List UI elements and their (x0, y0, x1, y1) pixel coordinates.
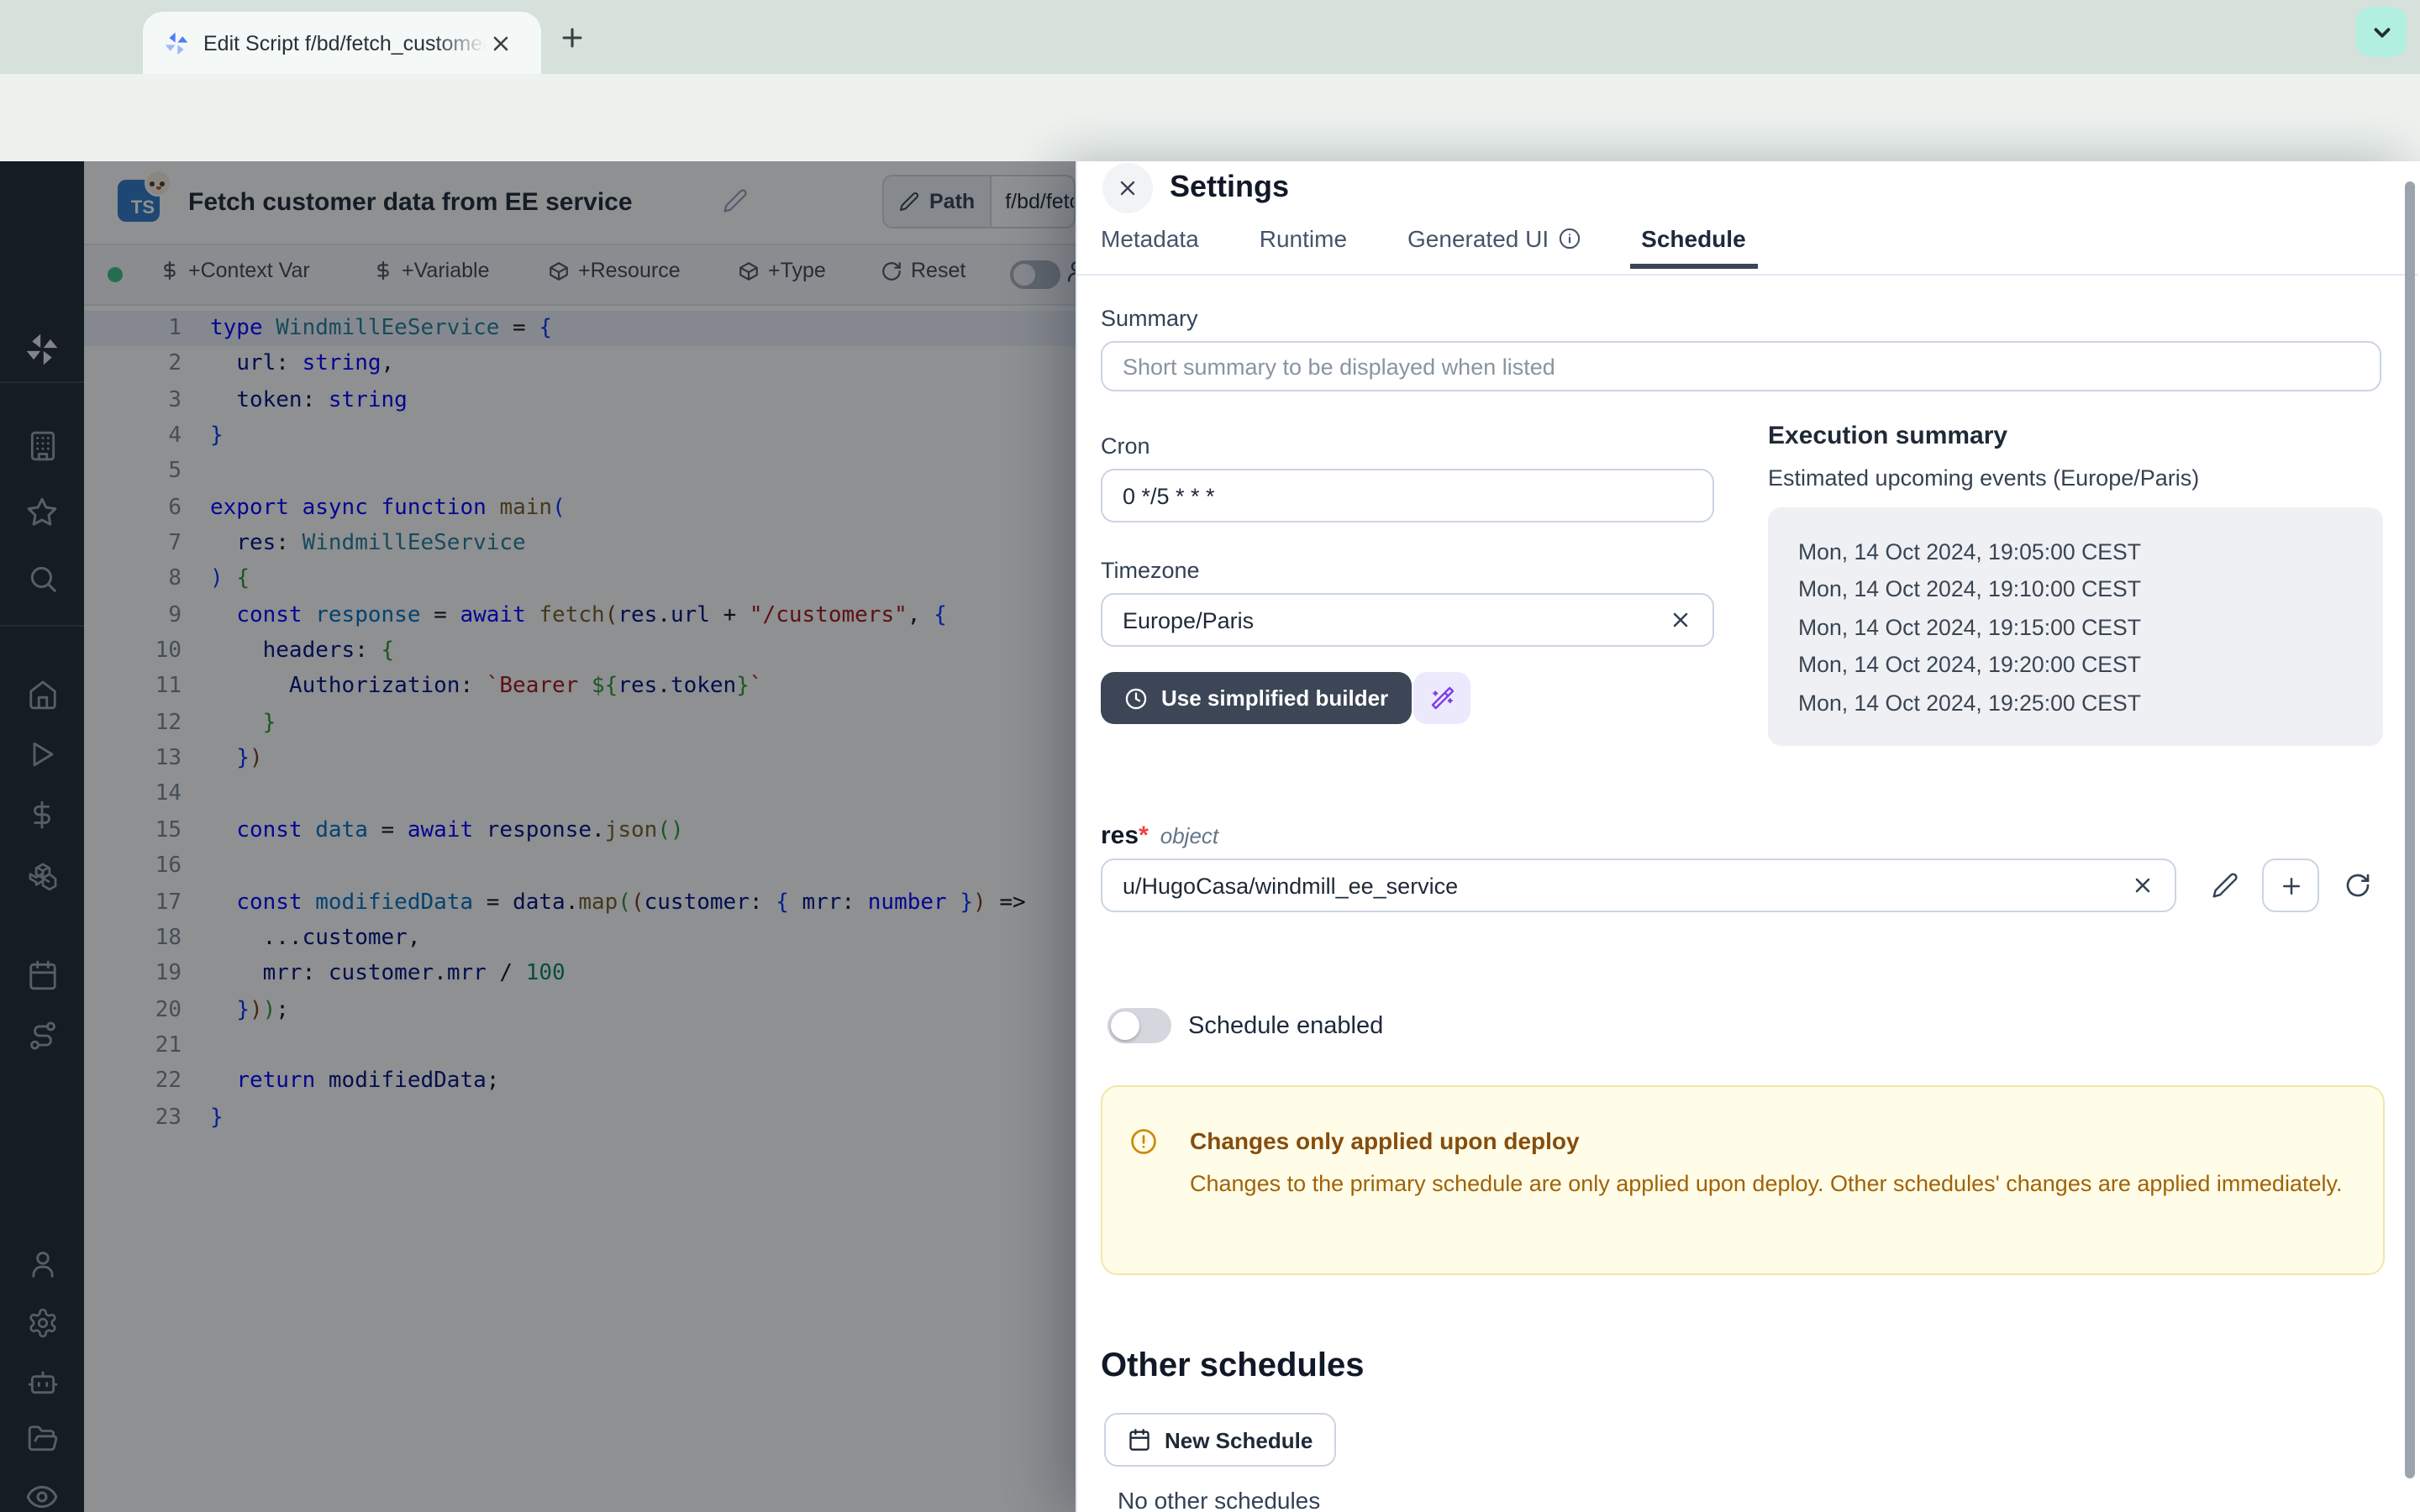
clear-resource-icon[interactable] (2131, 874, 2154, 897)
browser-tab[interactable]: Edit Script f/bd/fetch_customer (143, 12, 541, 74)
schedule-enabled-toggle[interactable] (1107, 1008, 1171, 1043)
upcoming-events-list: Mon, 14 Oct 2024, 19:05:00 CESTMon, 14 O… (1798, 534, 2383, 722)
schedule-enabled-label: Schedule enabled (1188, 1013, 1383, 1040)
timezone-label: Timezone (1101, 558, 1200, 583)
cron-label: Cron (1101, 433, 1150, 459)
event-row: Mon, 14 Oct 2024, 19:10:00 CEST (1798, 572, 2383, 610)
tabs-border (1077, 274, 2418, 276)
drawer-close-button[interactable] (1102, 163, 1153, 213)
summary-input[interactable]: Short summary to be displayed when liste… (1101, 341, 2381, 391)
required-asterisk: * (1139, 822, 1149, 850)
timezone-value: Europe/Paris (1123, 607, 1669, 633)
tab-metadata[interactable]: Metadata (1101, 225, 1199, 267)
cron-value: 0 */5 * * * (1123, 483, 1215, 508)
plus-icon (2278, 873, 2303, 898)
tab-runtime[interactable]: Runtime (1260, 225, 1347, 267)
use-simplified-builder-button[interactable]: Use simplified builder (1101, 672, 1412, 724)
new-tab-button[interactable] (558, 24, 587, 52)
new-schedule-button[interactable]: New Schedule (1104, 1413, 1336, 1467)
no-other-schedules-text: No other schedules (1118, 1487, 1320, 1512)
calendar-icon (1128, 1428, 1151, 1452)
chevron-down-icon (2369, 19, 2394, 45)
event-row: Mon, 14 Oct 2024, 19:05:00 CEST (1798, 534, 2383, 572)
wand-sparkles-icon (1429, 685, 1455, 711)
other-schedules-title: Other schedules (1101, 1347, 1364, 1386)
res-resource-value: u/HugoCasa/windmill_ee_service (1123, 873, 2131, 898)
drawer-scrollbar[interactable] (2405, 181, 2415, 1478)
event-row: Mon, 14 Oct 2024, 19:20:00 CEST (1798, 647, 2383, 685)
summary-placeholder: Short summary to be displayed when liste… (1123, 354, 1555, 379)
refresh-resource-button[interactable] (2344, 872, 2371, 899)
deploy-warning-banner: Changes only applied upon deploy Changes… (1101, 1085, 2385, 1275)
settings-tabs: Metadata Runtime Generated UI Schedule (1101, 225, 1746, 267)
timezone-input[interactable]: Europe/Paris (1101, 593, 1714, 647)
browser-toolbar: app.windmill.dev/scripts/edit/f/bd/fetch… (0, 74, 2420, 161)
alert-circle-icon (1129, 1127, 1158, 1156)
res-arg-label: res*object (1101, 822, 1218, 850)
event-row: Mon, 14 Oct 2024, 19:25:00 CEST (1798, 685, 2383, 722)
summary-label: Summary (1101, 306, 1198, 331)
browser-tabstrip: Edit Script f/bd/fetch_customer (0, 0, 2420, 74)
pencil-icon (2212, 872, 2238, 899)
tab-title: Edit Script f/bd/fetch_customer (203, 31, 486, 55)
execution-summary-title: Execution summary (1768, 422, 2007, 450)
execution-summary-subtitle: Estimated upcoming events (Europe/Paris) (1768, 465, 2199, 491)
tab-search-chevron-button[interactable] (2356, 7, 2407, 57)
event-row: Mon, 14 Oct 2024, 19:15:00 CEST (1798, 610, 2383, 648)
ai-cron-button[interactable] (1413, 672, 1470, 724)
info-icon (1557, 227, 1581, 250)
clock-icon (1124, 686, 1148, 710)
clear-timezone-icon[interactable] (1669, 608, 1692, 632)
refresh-icon (2344, 872, 2371, 899)
close-icon (1116, 176, 1139, 200)
res-resource-input[interactable]: u/HugoCasa/windmill_ee_service (1101, 858, 2176, 912)
tab-generated-ui[interactable]: Generated UI (1407, 225, 1581, 267)
add-resource-button-drawer[interactable] (2262, 858, 2319, 912)
tab-schedule[interactable]: Schedule (1641, 225, 1746, 267)
res-arg-type: object (1160, 823, 1218, 848)
upcoming-events-card: Mon, 14 Oct 2024, 19:05:00 CESTMon, 14 O… (1768, 507, 2383, 746)
drawer-backdrop[interactable] (0, 161, 1076, 1512)
warning-body: Changes to the primary schedule are only… (1190, 1168, 2349, 1202)
edit-resource-button[interactable] (2212, 872, 2238, 899)
drawer-title: Settings (1170, 170, 1289, 205)
cron-input[interactable]: 0 */5 * * * (1101, 469, 1714, 522)
warning-title: Changes only applied upon deploy (1190, 1127, 1580, 1154)
windmill-favicon (163, 29, 190, 56)
tab-close-icon[interactable] (489, 31, 513, 55)
